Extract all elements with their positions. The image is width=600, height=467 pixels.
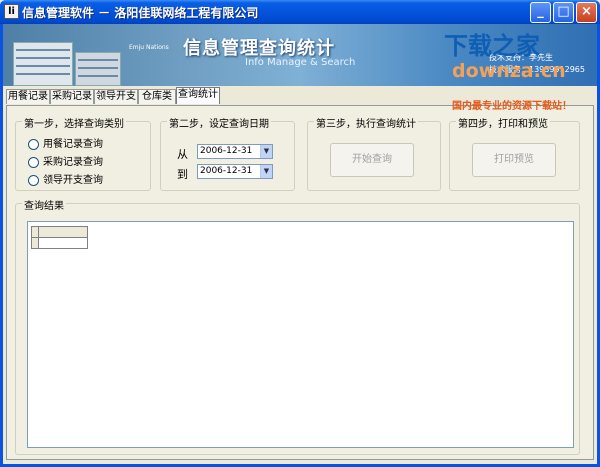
banner-small-text: Emju Nations bbox=[129, 44, 169, 51]
results-grid[interactable] bbox=[27, 221, 574, 448]
from-date-value: 2006-12-31 bbox=[200, 146, 253, 156]
radio-leader-query[interactable]: 领导开支查询 bbox=[28, 171, 103, 186]
close-button[interactable]: × bbox=[576, 2, 597, 23]
step4-group: 第四步，打印和预览 打印预览 bbox=[449, 115, 580, 191]
radio-button[interactable] bbox=[28, 174, 39, 186]
from-date-picker[interactable]: 2006-12-31 ▼ bbox=[197, 144, 273, 159]
radio-meal-query[interactable]: 用餐记录查询 bbox=[28, 135, 103, 150]
maximize-button[interactable]: □ bbox=[553, 2, 574, 23]
minimize-button[interactable]: _ bbox=[530, 2, 551, 23]
step3-title: 第三步，执行查询统计 bbox=[314, 115, 418, 130]
radio-label: 领导开支查询 bbox=[43, 175, 103, 186]
tab-meal-records[interactable]: 用餐记录 bbox=[6, 89, 50, 104]
to-date-value: 2006-12-31 bbox=[200, 166, 253, 176]
app-icon[interactable]: li bbox=[4, 4, 19, 19]
to-label: 到 bbox=[177, 168, 188, 181]
from-label: 从 bbox=[177, 148, 188, 161]
watermark-title: 下载之家 bbox=[444, 32, 540, 60]
chevron-down-icon[interactable]: ▼ bbox=[260, 165, 272, 178]
tab-warehouse[interactable]: 仓库类 bbox=[138, 89, 176, 104]
step2-group: 第二步，设定查询日期 从 2006-12-31 ▼ 到 2006-12-31 ▼ bbox=[160, 115, 295, 191]
chevron-down-icon[interactable]: ▼ bbox=[260, 145, 272, 158]
step2-title: 第二步，设定查询日期 bbox=[167, 115, 271, 130]
to-date-picker[interactable]: 2006-12-31 ▼ bbox=[197, 164, 273, 179]
radio-purchase-query[interactable]: 采购记录查询 bbox=[28, 153, 103, 168]
step1-group: 第一步，选择查询类别 用餐记录查询 采购记录查询 领导开支查询 bbox=[15, 115, 151, 191]
building-image bbox=[13, 42, 73, 86]
tab-query-stats[interactable]: 查询统计 bbox=[176, 87, 220, 104]
radio-label: 用餐记录查询 bbox=[43, 139, 103, 150]
radio-label: 采购记录查询 bbox=[43, 157, 103, 168]
banner-subtitle: Info Manage & Search bbox=[245, 57, 356, 68]
step4-title: 第四步，打印和预览 bbox=[456, 115, 550, 130]
radio-button[interactable] bbox=[28, 156, 39, 168]
start-query-button[interactable]: 开始查询 bbox=[330, 143, 414, 177]
step3-group: 第三步，执行查询统计 开始查询 bbox=[307, 115, 441, 191]
window-title: 信息管理软件 － 洛阳佳联网络工程有限公司 bbox=[22, 6, 259, 20]
tab-leader-expenses[interactable]: 领导开支 bbox=[94, 89, 138, 104]
title-bar[interactable]: li 信息管理软件 － 洛阳佳联网络工程有限公司 _ □ × bbox=[0, 0, 600, 24]
print-preview-button[interactable]: 打印预览 bbox=[472, 143, 556, 177]
step1-title: 第一步，选择查询类别 bbox=[22, 115, 126, 130]
client-area: Emju Nations 信息管理查询统计 Info Manage & Sear… bbox=[3, 24, 597, 464]
grid-cell[interactable] bbox=[38, 237, 88, 249]
watermark-slogan: 国内最专业的资源下载站！ bbox=[452, 101, 572, 112]
tab-purchase-records[interactable]: 采购记录 bbox=[50, 89, 94, 104]
results-title: 查询结果 bbox=[22, 197, 66, 212]
watermark-domain: downza.cn bbox=[452, 60, 566, 82]
building-image bbox=[75, 52, 121, 86]
radio-button[interactable] bbox=[28, 138, 39, 150]
